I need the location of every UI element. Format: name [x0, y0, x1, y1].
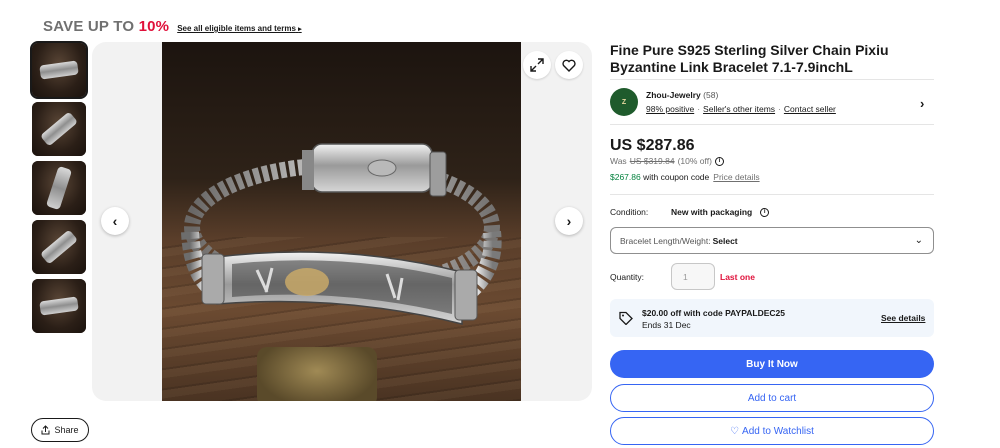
buy-it-now-button[interactable]: Buy It Now	[610, 350, 934, 378]
thumbnail-strip	[30, 41, 88, 338]
promo-prefix: SAVE UP TO 10%	[43, 18, 170, 35]
discount-percent: (10% off)	[677, 156, 712, 166]
condition-value-row: New with packaging i	[671, 207, 770, 217]
was-price-line: Was US $319.84 (10% off) i	[610, 156, 724, 166]
quantity-input[interactable]	[671, 263, 715, 290]
seller-positive-link[interactable]: 98% positive	[646, 104, 694, 114]
share-icon	[41, 425, 50, 435]
variation-value: Select	[712, 235, 738, 246]
info-icon[interactable]: i	[714, 156, 724, 166]
divider	[610, 79, 934, 80]
chevron-right-icon: ›	[566, 213, 572, 229]
variation-label: Bracelet Length/Weight:	[620, 235, 711, 246]
seller-logo[interactable]: Z	[610, 88, 638, 116]
heart-icon	[562, 59, 576, 72]
condition-label: Condition:	[610, 207, 649, 217]
seller-feedback-count: (58)	[703, 90, 719, 100]
thumbnail-2[interactable]	[32, 102, 86, 156]
thumbnail-1[interactable]	[30, 41, 88, 99]
seller-name[interactable]: Zhou-Jewelry	[646, 90, 701, 100]
variation-select[interactable]: Bracelet Length/Weight: Select ⌄	[610, 227, 934, 254]
separator-dot: ·	[697, 104, 701, 114]
promo-percent: 10%	[138, 18, 170, 35]
was-label: Was	[610, 156, 627, 166]
share-button[interactable]: Share	[31, 418, 89, 442]
add-to-watchlist-label: Add to Watchlist	[742, 425, 814, 437]
seller-other-items-link[interactable]: Seller's other items	[703, 104, 775, 114]
favorite-button[interactable]	[555, 51, 583, 79]
divider	[610, 194, 934, 195]
offer-see-details-link[interactable]: See details	[881, 313, 925, 323]
condition-value: New with packaging	[671, 207, 753, 217]
chevron-left-icon: ‹	[112, 213, 118, 229]
coupon-offer-banner: $20.00 off with code PAYPALDEC25 Ends 31…	[610, 299, 934, 337]
separator-dot: ·	[778, 104, 781, 114]
contact-seller-link[interactable]: Contact seller	[784, 104, 836, 114]
add-to-cart-button[interactable]: Add to cart	[610, 384, 934, 412]
product-photo[interactable]	[162, 42, 521, 401]
price-details-link[interactable]: Price details	[713, 172, 759, 182]
coupon-line: $267.86 with coupon code Price details	[610, 172, 760, 182]
offer-ends: Ends 31 Dec	[642, 320, 691, 330]
listing-title: Fine Pure S925 Sterling Silver Chain Pix…	[610, 42, 889, 75]
add-to-watchlist-button[interactable]: ♡ Add to Watchlist	[610, 417, 934, 445]
main-image-gallery: ‹ ›	[92, 42, 592, 401]
coupon-price: $267.86	[610, 172, 641, 182]
expand-image-button[interactable]	[523, 51, 551, 79]
seller-name-line[interactable]: Zhou-Jewelry (58)	[646, 90, 718, 100]
stock-note: Last one	[720, 272, 755, 282]
offer-headline: $20.00 off with code PAYPALDEC25	[642, 308, 785, 318]
chevron-right-icon[interactable]: ›	[920, 96, 924, 111]
thumbnail-3[interactable]	[32, 161, 86, 215]
divider	[610, 124, 934, 125]
expand-icon	[530, 58, 544, 72]
seller-links: 98% positive · Seller's other items · Cont…	[646, 104, 836, 114]
promo-terms-link[interactable]: See all eligible items and terms ▸	[177, 24, 301, 33]
promo-banner: SAVE UP TO 10% See all eligible items an…	[43, 18, 302, 35]
share-label: Share	[54, 425, 79, 435]
gallery-next-button[interactable]: ›	[555, 207, 583, 235]
gallery-prev-button[interactable]: ‹	[101, 207, 129, 235]
thumbnail-4[interactable]	[32, 220, 86, 274]
bracelet-illustration	[181, 143, 502, 325]
coupon-text: with coupon code	[643, 172, 710, 182]
tag-icon	[619, 311, 633, 325]
caret-right-icon: ▸	[298, 26, 302, 33]
chevron-down-icon: ⌄	[914, 235, 923, 246]
heart-icon: ♡	[730, 425, 740, 437]
info-icon[interactable]: i	[760, 207, 770, 217]
seller-card: Z Zhou-Jewelry (58) 98% positive · Seller…	[610, 88, 934, 118]
was-price: US $319.84	[629, 156, 675, 166]
item-price: US $287.86	[610, 137, 695, 154]
quantity-label: Quantity:	[610, 272, 645, 282]
thumbnail-5[interactable]	[32, 279, 86, 333]
